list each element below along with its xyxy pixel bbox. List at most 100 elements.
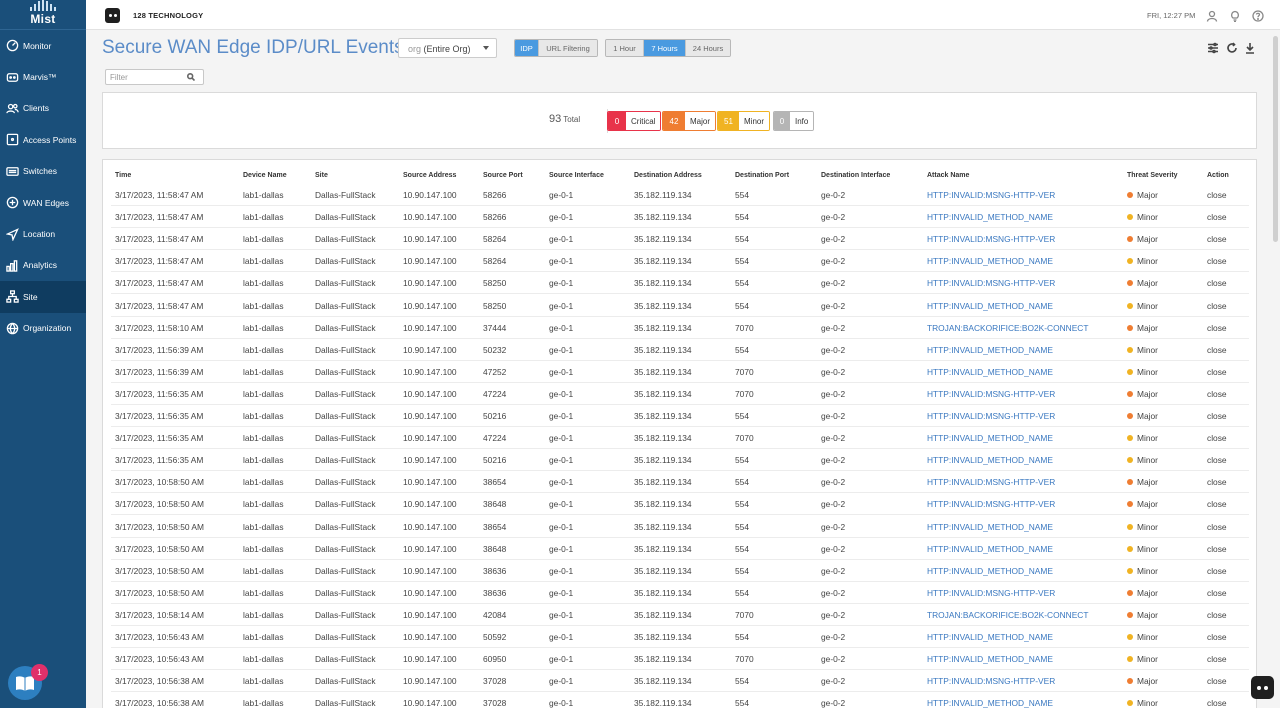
cell-attack-name[interactable]: HTTP:INVALID_METHOD_NAME: [927, 433, 1053, 443]
cell-attack-name[interactable]: HTTP:INVALID_METHOD_NAME: [927, 654, 1053, 664]
column-header-source-interface[interactable]: Source Interface: [549, 172, 604, 179]
cell-attack-name[interactable]: TROJAN:BACKORIFICE:BO2K-CONNECT: [927, 610, 1088, 620]
cell-attack-name[interactable]: TROJAN:BACKORIFICE:BO2K-CONNECT: [927, 323, 1088, 333]
tab-1-hour[interactable]: 1 Hour: [606, 40, 644, 56]
table-row[interactable]: 3/17/2023, 11:58:47 AMlab1-dallasDallas-…: [111, 184, 1249, 206]
cell-attack-name[interactable]: HTTP:INVALID_METHOD_NAME: [927, 544, 1053, 554]
cell-attack-name[interactable]: HTTP:INVALID_METHOD_NAME: [927, 522, 1053, 532]
tab-24-hours[interactable]: 24 Hours: [686, 40, 730, 56]
sidebar-item-clients[interactable]: Clients: [0, 93, 86, 124]
cell-source-address: 10.90.147.100: [403, 190, 457, 200]
column-header-destination-port[interactable]: Destination Port: [735, 172, 789, 179]
column-header-source-port[interactable]: Source Port: [483, 172, 523, 179]
info-count-badge[interactable]: 0 Info: [773, 111, 814, 131]
table-row[interactable]: 3/17/2023, 10:58:50 AMlab1-dallasDallas-…: [111, 516, 1249, 538]
cell-attack-name[interactable]: HTTP:INVALID_METHOD_NAME: [927, 455, 1053, 465]
sidebar-item-analytics[interactable]: Analytics: [0, 250, 86, 281]
tab-7-hours[interactable]: 7 Hours: [644, 40, 686, 56]
table-row[interactable]: 3/17/2023, 10:58:50 AMlab1-dallasDallas-…: [111, 493, 1249, 515]
table-row[interactable]: 3/17/2023, 11:56:39 AMlab1-dallasDallas-…: [111, 339, 1249, 361]
column-header-threat-severity[interactable]: Threat Severity: [1127, 172, 1178, 179]
minor-count-badge[interactable]: 51 Minor: [717, 111, 770, 131]
cell-attack-name[interactable]: HTTP:INVALID_METHOD_NAME: [927, 632, 1053, 642]
table-row[interactable]: 3/17/2023, 10:58:50 AMlab1-dallasDallas-…: [111, 471, 1249, 493]
sidebar-item-organization[interactable]: Organization: [0, 313, 86, 344]
cell-destination-interface: ge-0-2: [821, 323, 845, 333]
critical-label: Critical: [626, 112, 660, 130]
user-icon[interactable]: [1206, 9, 1218, 21]
column-header-device-name[interactable]: Device Name: [243, 172, 287, 179]
cell-site: Dallas-FullStack: [315, 522, 376, 532]
tab-url-filtering[interactable]: URL Filtering: [539, 40, 597, 56]
table-row[interactable]: 3/17/2023, 10:58:50 AMlab1-dallasDallas-…: [111, 582, 1249, 604]
cell-attack-name[interactable]: HTTP:INVALID:MSNG-HTTP-VER: [927, 278, 1055, 288]
cell-attack-name[interactable]: HTTP:INVALID:MSNG-HTTP-VER: [927, 676, 1055, 686]
cell-attack-name[interactable]: HTTP:INVALID:MSNG-HTTP-VER: [927, 190, 1055, 200]
sidebar-item-monitor[interactable]: Monitor: [0, 30, 86, 61]
table-row[interactable]: 3/17/2023, 10:56:43 AMlab1-dallasDallas-…: [111, 648, 1249, 670]
sidebar-item-marvis[interactable]: Marvis™: [0, 61, 86, 92]
download-icon[interactable]: [1244, 41, 1256, 53]
sidebar-item-switches[interactable]: Switches: [0, 156, 86, 187]
tab-idp[interactable]: IDP: [515, 40, 539, 56]
table-row[interactable]: 3/17/2023, 10:56:38 AMlab1-dallasDallas-…: [111, 692, 1249, 708]
column-header-action[interactable]: Action: [1207, 172, 1229, 179]
cell-attack-name[interactable]: HTTP:INVALID:MSNG-HTTP-VER: [927, 588, 1055, 598]
cell-attack-name[interactable]: HTTP:INVALID_METHOD_NAME: [927, 367, 1053, 377]
column-header-time[interactable]: Time: [115, 172, 131, 179]
severity-label: Minor: [1137, 632, 1158, 642]
org-name[interactable]: 128 TECHNOLOGY: [133, 11, 203, 20]
cell-device-name: lab1-dallas: [243, 499, 284, 509]
lightbulb-icon[interactable]: [1229, 9, 1241, 21]
critical-count-badge[interactable]: 0 Critical: [607, 111, 661, 131]
settings-sliders-icon[interactable]: [1207, 41, 1219, 53]
severity-label: Minor: [1137, 367, 1158, 377]
cell-attack-name[interactable]: HTTP:INVALID:MSNG-HTTP-VER: [927, 389, 1055, 399]
org-scope-select[interactable]: org (Entire Org): [398, 38, 497, 58]
cell-attack-name[interactable]: HTTP:INVALID:MSNG-HTTP-VER: [927, 234, 1055, 244]
major-count-badge[interactable]: 42 Major: [662, 111, 716, 131]
help-icon[interactable]: [1252, 9, 1264, 21]
sidebar-item-location[interactable]: Location: [0, 218, 86, 249]
cell-attack-name[interactable]: HTTP:INVALID:MSNG-HTTP-VER: [927, 499, 1055, 509]
column-header-site[interactable]: Site: [315, 172, 328, 179]
column-header-attack-name[interactable]: Attack Name: [927, 172, 969, 179]
filter-input[interactable]: Filter: [105, 69, 204, 85]
table-row[interactable]: 3/17/2023, 11:56:35 AMlab1-dallasDallas-…: [111, 405, 1249, 427]
cell-attack-name[interactable]: HTTP:INVALID_METHOD_NAME: [927, 566, 1053, 576]
cell-attack-name[interactable]: HTTP:INVALID_METHOD_NAME: [927, 256, 1053, 266]
scrollbar[interactable]: [1273, 36, 1278, 242]
table-row[interactable]: 3/17/2023, 11:58:47 AMlab1-dallasDallas-…: [111, 228, 1249, 250]
column-header-destination-interface[interactable]: Destination Interface: [821, 172, 890, 179]
table-row[interactable]: 3/17/2023, 10:56:38 AMlab1-dallasDallas-…: [111, 670, 1249, 692]
table-row[interactable]: 3/17/2023, 11:56:35 AMlab1-dallasDallas-…: [111, 427, 1249, 449]
sidebar-item-access-points[interactable]: Access Points: [0, 124, 86, 155]
refresh-icon[interactable]: [1226, 41, 1238, 53]
table-row[interactable]: 3/17/2023, 10:56:43 AMlab1-dallasDallas-…: [111, 626, 1249, 648]
cell-site: Dallas-FullStack: [315, 544, 376, 554]
chat-assistant-icon[interactable]: [1251, 676, 1274, 699]
table-row[interactable]: 3/17/2023, 10:58:14 AMlab1-dallasDallas-…: [111, 604, 1249, 626]
table-row[interactable]: 3/17/2023, 11:58:47 AMlab1-dallasDallas-…: [111, 295, 1249, 317]
cell-attack-name[interactable]: HTTP:INVALID_METHOD_NAME: [927, 345, 1053, 355]
sidebar-item-wan-edges[interactable]: WAN Edges: [0, 187, 86, 218]
cell-attack-name[interactable]: HTTP:INVALID:MSNG-HTTP-VER: [927, 411, 1055, 421]
table-row[interactable]: 3/17/2023, 11:58:10 AMlab1-dallasDallas-…: [111, 317, 1249, 339]
table-row[interactable]: 3/17/2023, 11:58:47 AMlab1-dallasDallas-…: [111, 250, 1249, 272]
cell-attack-name[interactable]: HTTP:INVALID_METHOD_NAME: [927, 698, 1053, 708]
table-row[interactable]: 3/17/2023, 10:58:50 AMlab1-dallasDallas-…: [111, 538, 1249, 560]
mist-logo[interactable]: Mist: [0, 0, 86, 30]
column-header-source-address[interactable]: Source Address: [403, 172, 456, 179]
table-row[interactable]: 3/17/2023, 10:58:50 AMlab1-dallasDallas-…: [111, 560, 1249, 582]
table-row[interactable]: 3/17/2023, 11:58:47 AMlab1-dallasDallas-…: [111, 206, 1249, 228]
cell-attack-name[interactable]: HTTP:INVALID_METHOD_NAME: [927, 212, 1053, 222]
table-row[interactable]: 3/17/2023, 11:56:39 AMlab1-dallasDallas-…: [111, 361, 1249, 383]
column-header-destination-address[interactable]: Destination Address: [634, 172, 702, 179]
cell-device-name: lab1-dallas: [243, 632, 284, 642]
table-row[interactable]: 3/17/2023, 11:56:35 AMlab1-dallasDallas-…: [111, 383, 1249, 405]
table-row[interactable]: 3/17/2023, 11:56:35 AMlab1-dallasDallas-…: [111, 449, 1249, 471]
sidebar-item-site[interactable]: Site: [0, 281, 86, 312]
table-row[interactable]: 3/17/2023, 11:58:47 AMlab1-dallasDallas-…: [111, 272, 1249, 294]
cell-attack-name[interactable]: HTTP:INVALID:MSNG-HTTP-VER: [927, 477, 1055, 487]
cell-attack-name[interactable]: HTTP:INVALID_METHOD_NAME: [927, 301, 1053, 311]
